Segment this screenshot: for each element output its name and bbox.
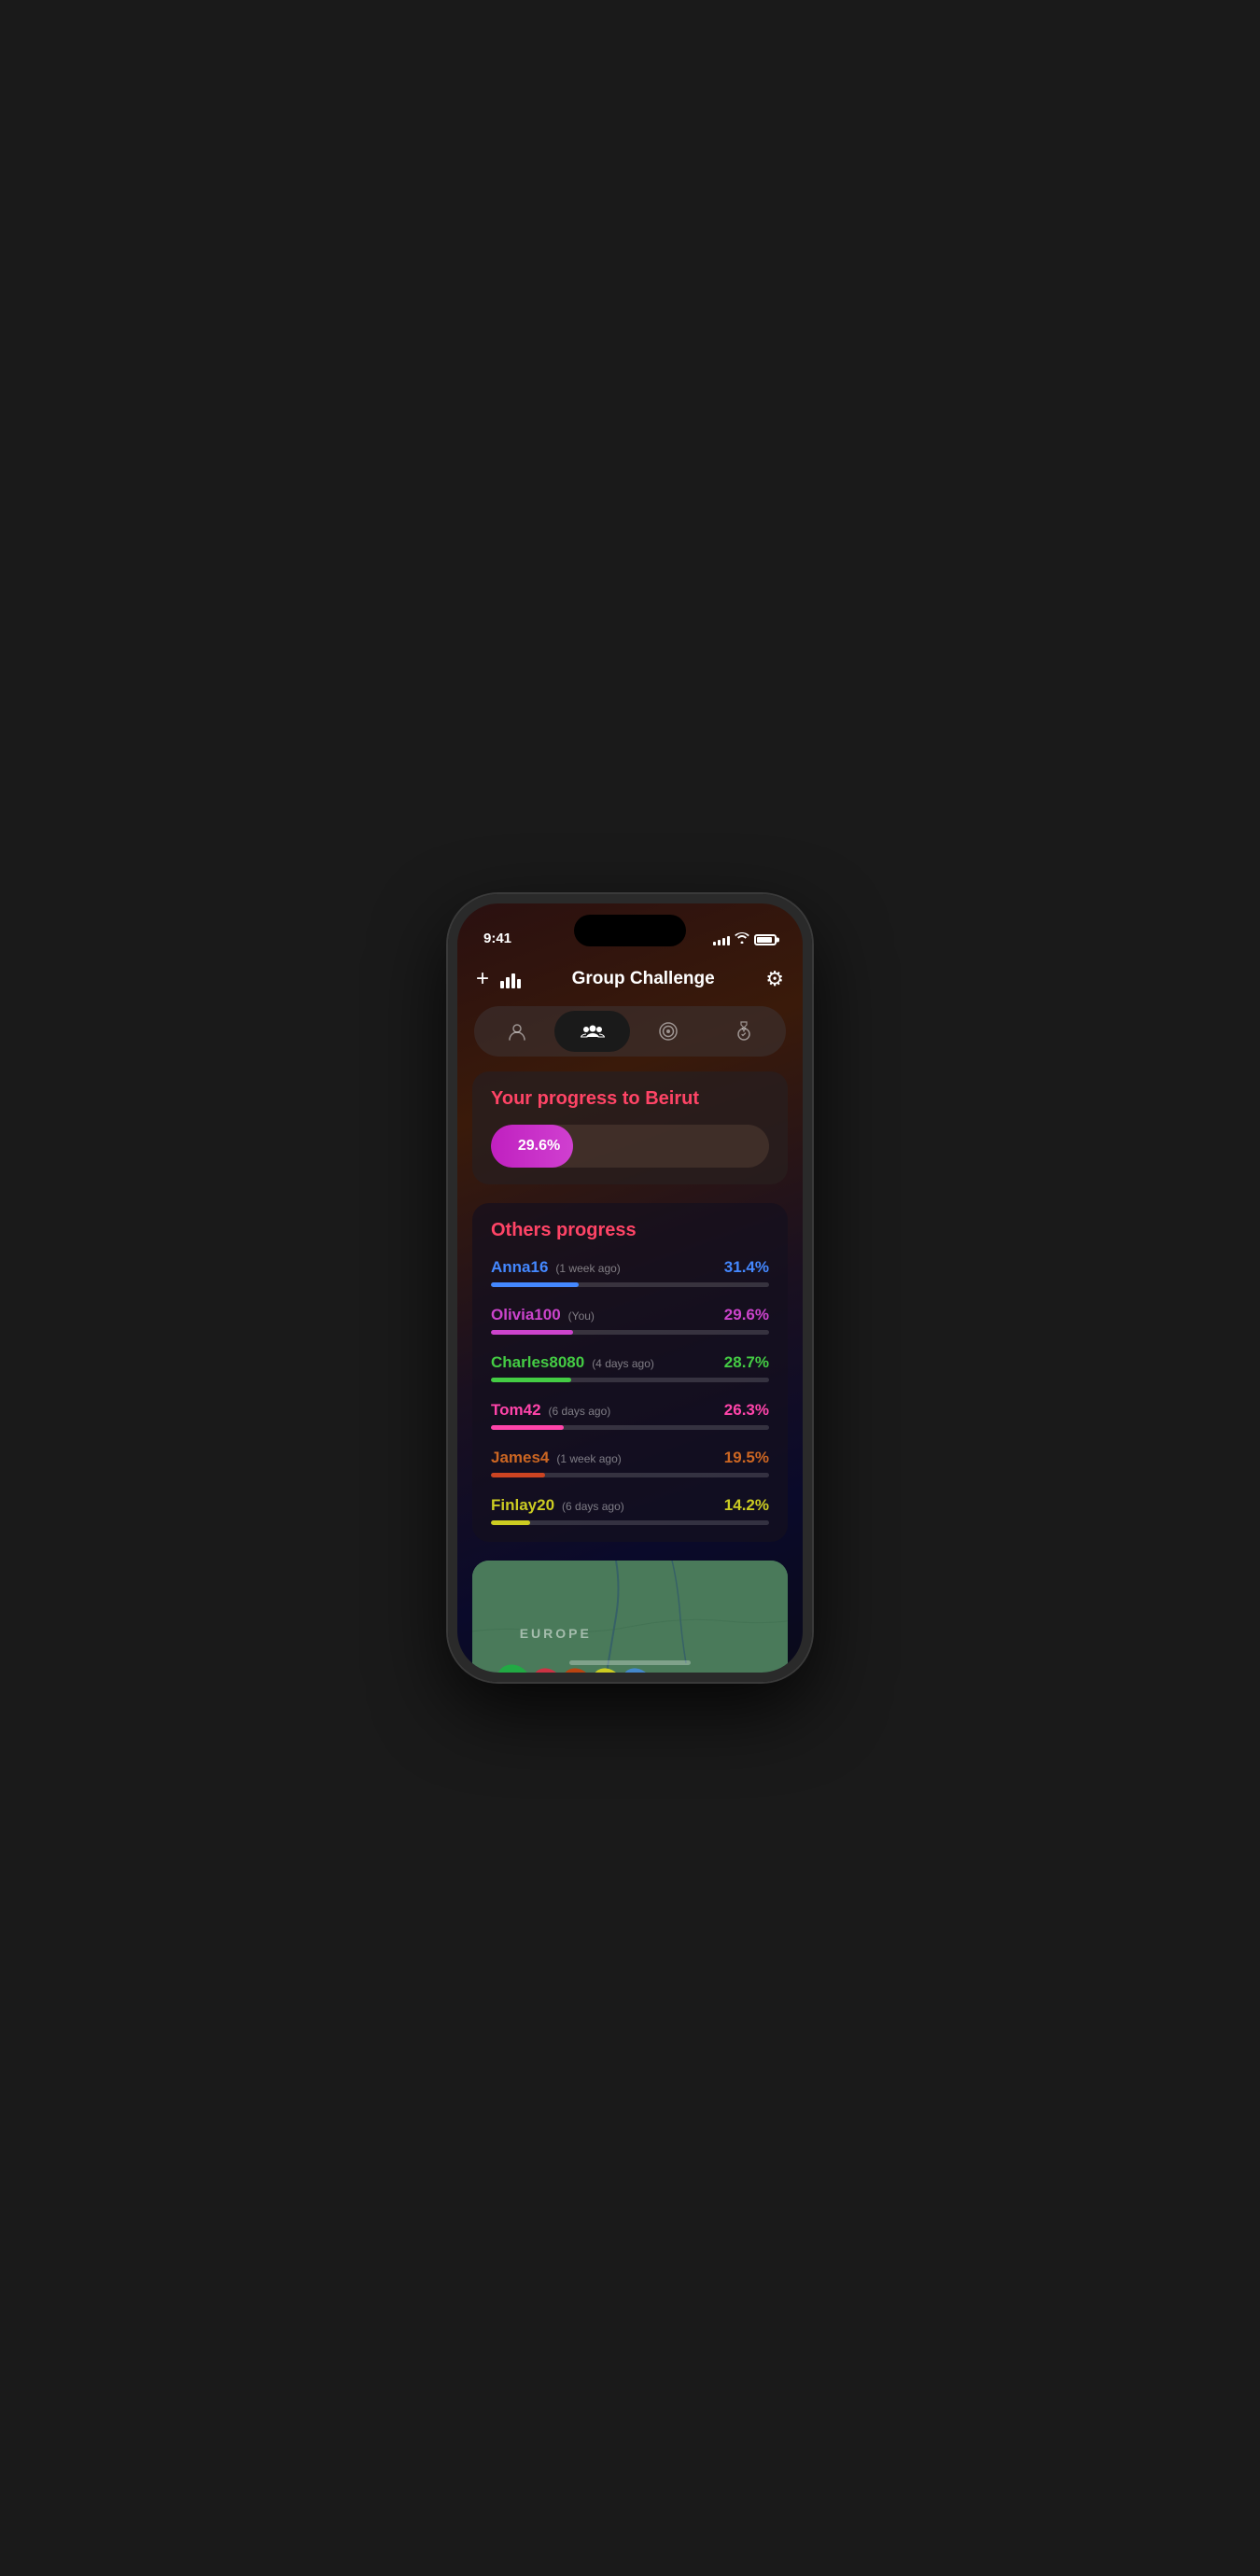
- battery-fill: [757, 937, 772, 943]
- user-name-group: Tom42 (6 days ago): [491, 1401, 610, 1420]
- user-row-header: Tom42 (6 days ago) 26.3%: [491, 1401, 769, 1420]
- page-title: Group Challenge: [532, 969, 754, 989]
- user-bar-outer-charles8080: [491, 1378, 769, 1382]
- my-progress-card: Your progress to Beirut 29.6%: [472, 1071, 788, 1184]
- tab-person[interactable]: [479, 1011, 554, 1052]
- user-row-header: Olivia100 (You) 29.6%: [491, 1306, 769, 1324]
- user-meta-anna16: (1 week ago): [555, 1262, 620, 1275]
- user-meta-olivia100: (You): [568, 1309, 595, 1323]
- signal-bar-4: [727, 936, 730, 945]
- map-background: EUROPE 🏳 Rome Istanbul: [472, 1561, 788, 1673]
- user-percent-olivia100: 29.6%: [724, 1306, 769, 1324]
- user-row-tom42: Tom42 (6 days ago) 26.3%: [491, 1401, 769, 1430]
- user-name-tom42: Tom42: [491, 1401, 541, 1420]
- user-name-anna16: Anna16: [491, 1258, 548, 1277]
- person-icon: [507, 1021, 527, 1042]
- chart-bar-4: [517, 979, 521, 988]
- user-bar-outer-tom42: [491, 1425, 769, 1430]
- signal-bar-3: [722, 938, 725, 945]
- tab-bar: [474, 1006, 786, 1057]
- user-bar-fill-charles8080: [491, 1378, 571, 1382]
- user-bar-outer-anna16: [491, 1282, 769, 1287]
- others-title: Others progress: [491, 1220, 769, 1241]
- others-progress-section: Others progress Anna16 (1 week ago) 31.4…: [472, 1203, 788, 1542]
- user-row-charles8080: Charles8080 (4 days ago) 28.7%: [491, 1353, 769, 1382]
- user-name-group: James4 (1 week ago): [491, 1449, 622, 1467]
- status-time: 9:41: [483, 931, 511, 946]
- battery-icon: [754, 934, 777, 945]
- user-meta-tom42: (6 days ago): [549, 1405, 611, 1418]
- settings-icon[interactable]: ⚙: [765, 967, 784, 991]
- map-region-label: EUROPE: [520, 1626, 592, 1641]
- user-name-james4: James4: [491, 1449, 549, 1467]
- user-bar-outer-finlay20: [491, 1520, 769, 1525]
- user-row-finlay20: Finlay20 (6 days ago) 14.2%: [491, 1496, 769, 1525]
- signal-bar-1: [713, 942, 716, 945]
- user-bar-fill-finlay20: [491, 1520, 530, 1525]
- add-button[interactable]: +: [476, 968, 489, 990]
- user-row-james4: James4 (1 week ago) 19.5%: [491, 1449, 769, 1477]
- user-bar-outer-james4: [491, 1473, 769, 1477]
- tab-group[interactable]: [554, 1011, 630, 1052]
- tab-target[interactable]: [630, 1011, 706, 1052]
- user-meta-charles8080: (4 days ago): [592, 1357, 654, 1370]
- user-row-header: Charles8080 (4 days ago) 28.7%: [491, 1353, 769, 1372]
- chart-bar-1: [500, 981, 504, 988]
- user-bar-fill-olivia100: [491, 1330, 573, 1335]
- user-row-header: Anna16 (1 week ago) 31.4%: [491, 1258, 769, 1277]
- user-bar-fill-james4: [491, 1473, 545, 1477]
- user-row-header: James4 (1 week ago) 19.5%: [491, 1449, 769, 1467]
- user-row-header: Finlay20 (6 days ago) 14.2%: [491, 1496, 769, 1515]
- group-icon: [581, 1022, 605, 1041]
- medal-icon: [734, 1021, 754, 1042]
- signal-bar-2: [718, 940, 721, 945]
- pin-red: [526, 1662, 570, 1673]
- target-icon: [658, 1021, 679, 1042]
- phone-shell: 9:41 +: [448, 894, 812, 1682]
- user-percent-james4: 19.5%: [724, 1449, 769, 1467]
- nav-header: + Group Challenge ⚙: [457, 954, 803, 1002]
- user-percent-anna16: 31.4%: [724, 1258, 769, 1277]
- dynamic-island: [574, 915, 686, 946]
- user-name-finlay20: Finlay20: [491, 1496, 554, 1515]
- user-meta-finlay20: (6 days ago): [562, 1500, 624, 1513]
- chart-bar-2: [506, 977, 510, 988]
- map-svg: [472, 1561, 788, 1673]
- user-percent-tom42: 26.3%: [724, 1401, 769, 1420]
- user-percent-finlay20: 14.2%: [724, 1496, 769, 1515]
- user-row-anna16: Anna16 (1 week ago) 31.4%: [491, 1258, 769, 1287]
- map-section[interactable]: EUROPE 🏳 Rome Istanbul: [472, 1561, 788, 1673]
- user-row-olivia100: Olivia100 (You) 29.6%: [491, 1306, 769, 1335]
- progress-bar-text: 29.6%: [518, 1138, 560, 1155]
- user-name-group: Charles8080 (4 days ago): [491, 1353, 654, 1372]
- progress-bar-outer: 29.6%: [491, 1125, 769, 1168]
- user-percent-charles8080: 28.7%: [724, 1353, 769, 1372]
- user-name-group: Anna16 (1 week ago): [491, 1258, 621, 1277]
- user-meta-james4: (1 week ago): [556, 1452, 621, 1465]
- signal-bars-icon: [713, 934, 730, 945]
- home-indicator: [569, 1660, 691, 1665]
- status-icons: [713, 932, 777, 946]
- user-bar-outer-olivia100: [491, 1330, 769, 1335]
- tab-medal[interactable]: [706, 1011, 781, 1052]
- user-name-charles8080: Charles8080: [491, 1353, 584, 1372]
- user-bar-fill-anna16: [491, 1282, 579, 1287]
- user-bar-fill-tom42: [491, 1425, 564, 1430]
- main-content[interactable]: + Group Challenge ⚙: [457, 954, 803, 1673]
- progress-bar-fill: 29.6%: [491, 1125, 573, 1168]
- wifi-icon: [735, 932, 749, 946]
- user-name-olivia100: Olivia100: [491, 1306, 561, 1324]
- chart-bar-3: [511, 973, 515, 988]
- user-name-group: Finlay20 (6 days ago): [491, 1496, 624, 1515]
- progress-label: Your progress to Beirut: [491, 1088, 769, 1110]
- chart-icon: [500, 970, 521, 988]
- user-name-group: Olivia100 (You): [491, 1306, 595, 1324]
